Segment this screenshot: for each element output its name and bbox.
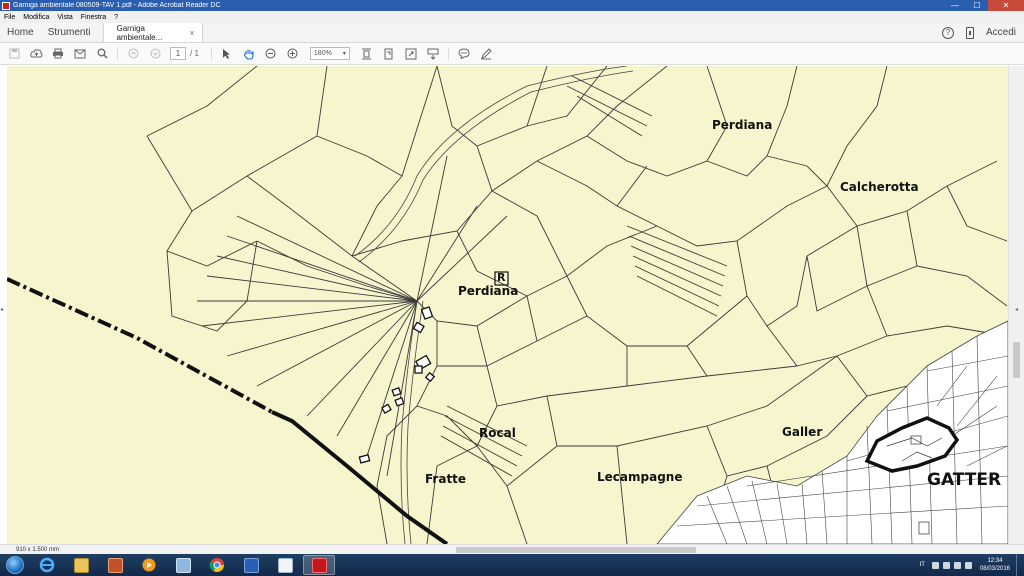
home-tab[interactable]: Home: [0, 23, 41, 42]
status-bar: 910 x 1.500 mm: [0, 544, 1024, 554]
expand-left-icon: ▸: [1, 307, 5, 313]
media-center-icon: [107, 557, 123, 573]
rotate-icon[interactable]: [378, 43, 400, 65]
clock[interactable]: 12:34 08/03/2016: [974, 557, 1016, 573]
tray-arrow-icon[interactable]: [931, 561, 939, 569]
mobile-link-button[interactable]: [960, 23, 980, 42]
pdf-page-view[interactable]: Perdiana Calcherotta R Perdiana Rocal Ga…: [7, 66, 1008, 544]
hand-tool-icon[interactable]: [238, 43, 260, 65]
label-perdiana-north: Perdiana: [712, 118, 773, 132]
menu-finestra[interactable]: Finestra: [77, 14, 110, 21]
zoom-out-icon[interactable]: [260, 43, 282, 65]
page-dimensions: 910 x 1.500 mm: [16, 546, 60, 553]
label-r-marker: R: [497, 271, 506, 284]
document-tab-close-icon[interactable]: ×: [189, 28, 194, 38]
horizontal-scrollbar[interactable]: [72, 546, 1008, 554]
left-panel-toggle[interactable]: ▸: [0, 66, 7, 544]
menu-help[interactable]: ?: [110, 14, 122, 21]
windows-taskbar: IT 12:34 08/03/2016: [0, 554, 1024, 576]
label-rocal: Rocal: [479, 426, 516, 440]
search-icon[interactable]: [91, 43, 113, 65]
zoom-in-icon[interactable]: [282, 43, 304, 65]
save-icon[interactable]: [3, 43, 25, 65]
taskbar-control-panel[interactable]: [167, 555, 199, 575]
menu-bar: File Modifica Vista Finestra ?: [0, 11, 1024, 23]
clock-date: 08/03/2016: [979, 566, 1010, 572]
label-galler: Galler: [782, 425, 823, 439]
toolbar: 1 / 1 180% ▾: [0, 43, 1024, 65]
maximize-button[interactable]: ☐: [966, 0, 988, 11]
cadastral-map: [7, 66, 1008, 544]
close-button[interactable]: ✕: [988, 0, 1024, 11]
menu-vista[interactable]: Vista: [53, 14, 76, 21]
language-indicator[interactable]: IT: [915, 562, 930, 568]
acrobat-app-icon: [2, 1, 10, 10]
media-player-icon: [142, 558, 156, 572]
chevron-down-icon: ▾: [342, 51, 346, 57]
horizontal-scroll-thumb[interactable]: [456, 547, 696, 553]
scroll-mode-icon[interactable]: [422, 43, 444, 65]
network-icon[interactable]: [942, 561, 950, 569]
label-fratte: Fratte: [425, 472, 467, 486]
taskbar-chrome[interactable]: [201, 555, 233, 575]
window-title: Garniga ambientale 080509-TAV 1.pdf - Ad…: [13, 2, 221, 9]
start-button[interactable]: [0, 554, 30, 576]
taskbar-notepad[interactable]: [269, 555, 301, 575]
control-panel-icon: [175, 557, 191, 573]
label-perdiana-center: Perdiana: [458, 284, 519, 298]
help-icon: ?: [941, 26, 954, 39]
taskbar-internet-explorer[interactable]: [31, 555, 63, 575]
full-screen-icon[interactable]: [400, 43, 422, 65]
menu-file[interactable]: File: [0, 14, 19, 21]
document-tab-label: Garniga ambientale...: [116, 23, 163, 42]
blue-document-icon: [243, 557, 259, 573]
clock-time: 12:34: [987, 558, 1003, 564]
signin-button[interactable]: Accedi: [980, 23, 1024, 42]
fit-width-icon[interactable]: [356, 43, 378, 65]
vertical-scrollbar[interactable]: ◂: [1008, 66, 1024, 544]
help-button[interactable]: ?: [936, 23, 960, 42]
title-bar: Garniga ambientale 080509-TAV 1.pdf - Ad…: [0, 0, 1024, 11]
label-calcherotta: Calcherotta: [840, 180, 919, 194]
mobile-icon: [965, 26, 974, 39]
windows-logo-icon: [6, 556, 24, 574]
vertical-scroll-thumb[interactable]: [1013, 342, 1020, 378]
top-nav: Home Strumenti Garniga ambientale... × ?…: [0, 23, 1024, 43]
page-number-input[interactable]: 1: [170, 47, 186, 60]
battery-icon[interactable]: [964, 561, 972, 569]
label-gatter: GATTER: [927, 470, 1002, 490]
taskbar-acrobat[interactable]: [303, 555, 335, 575]
expand-right-icon: ◂: [1015, 307, 1019, 313]
sign-pen-icon[interactable]: [475, 43, 497, 65]
zoom-level-select[interactable]: 180% ▾: [309, 47, 350, 60]
email-icon[interactable]: [69, 43, 91, 65]
document-tab[interactable]: Garniga ambientale... ×: [103, 23, 204, 42]
window-controls: — ☐ ✕: [944, 0, 1024, 11]
taskbar-file-explorer[interactable]: [65, 555, 97, 575]
page-up-icon[interactable]: [122, 43, 144, 65]
taskbar-media-player[interactable]: [133, 555, 165, 575]
notepad-icon: [277, 557, 293, 573]
folder-icon: [73, 557, 89, 573]
comment-icon[interactable]: [453, 43, 475, 65]
minimize-button[interactable]: —: [944, 0, 966, 11]
taskbar-windows-media[interactable]: [99, 555, 131, 575]
select-cursor-icon[interactable]: [216, 43, 238, 65]
menu-modifica[interactable]: Modifica: [19, 14, 53, 21]
internet-explorer-icon: [39, 557, 55, 573]
system-tray: IT 12:34 08/03/2016: [915, 554, 1024, 576]
page-total: / 1: [190, 49, 199, 58]
tools-tab[interactable]: Strumenti: [41, 23, 98, 42]
show-desktop-button[interactable]: [1016, 554, 1024, 576]
chrome-icon: [209, 558, 224, 572]
label-lecampagne: Lecampagne: [597, 470, 683, 484]
cloud-upload-icon[interactable]: [25, 43, 47, 65]
volume-icon[interactable]: [953, 561, 961, 569]
print-icon[interactable]: [47, 43, 69, 65]
zoom-level-value: 180%: [313, 50, 332, 57]
page-down-icon[interactable]: [144, 43, 166, 65]
acrobat-icon: [311, 557, 327, 573]
taskbar-word[interactable]: [235, 555, 267, 575]
